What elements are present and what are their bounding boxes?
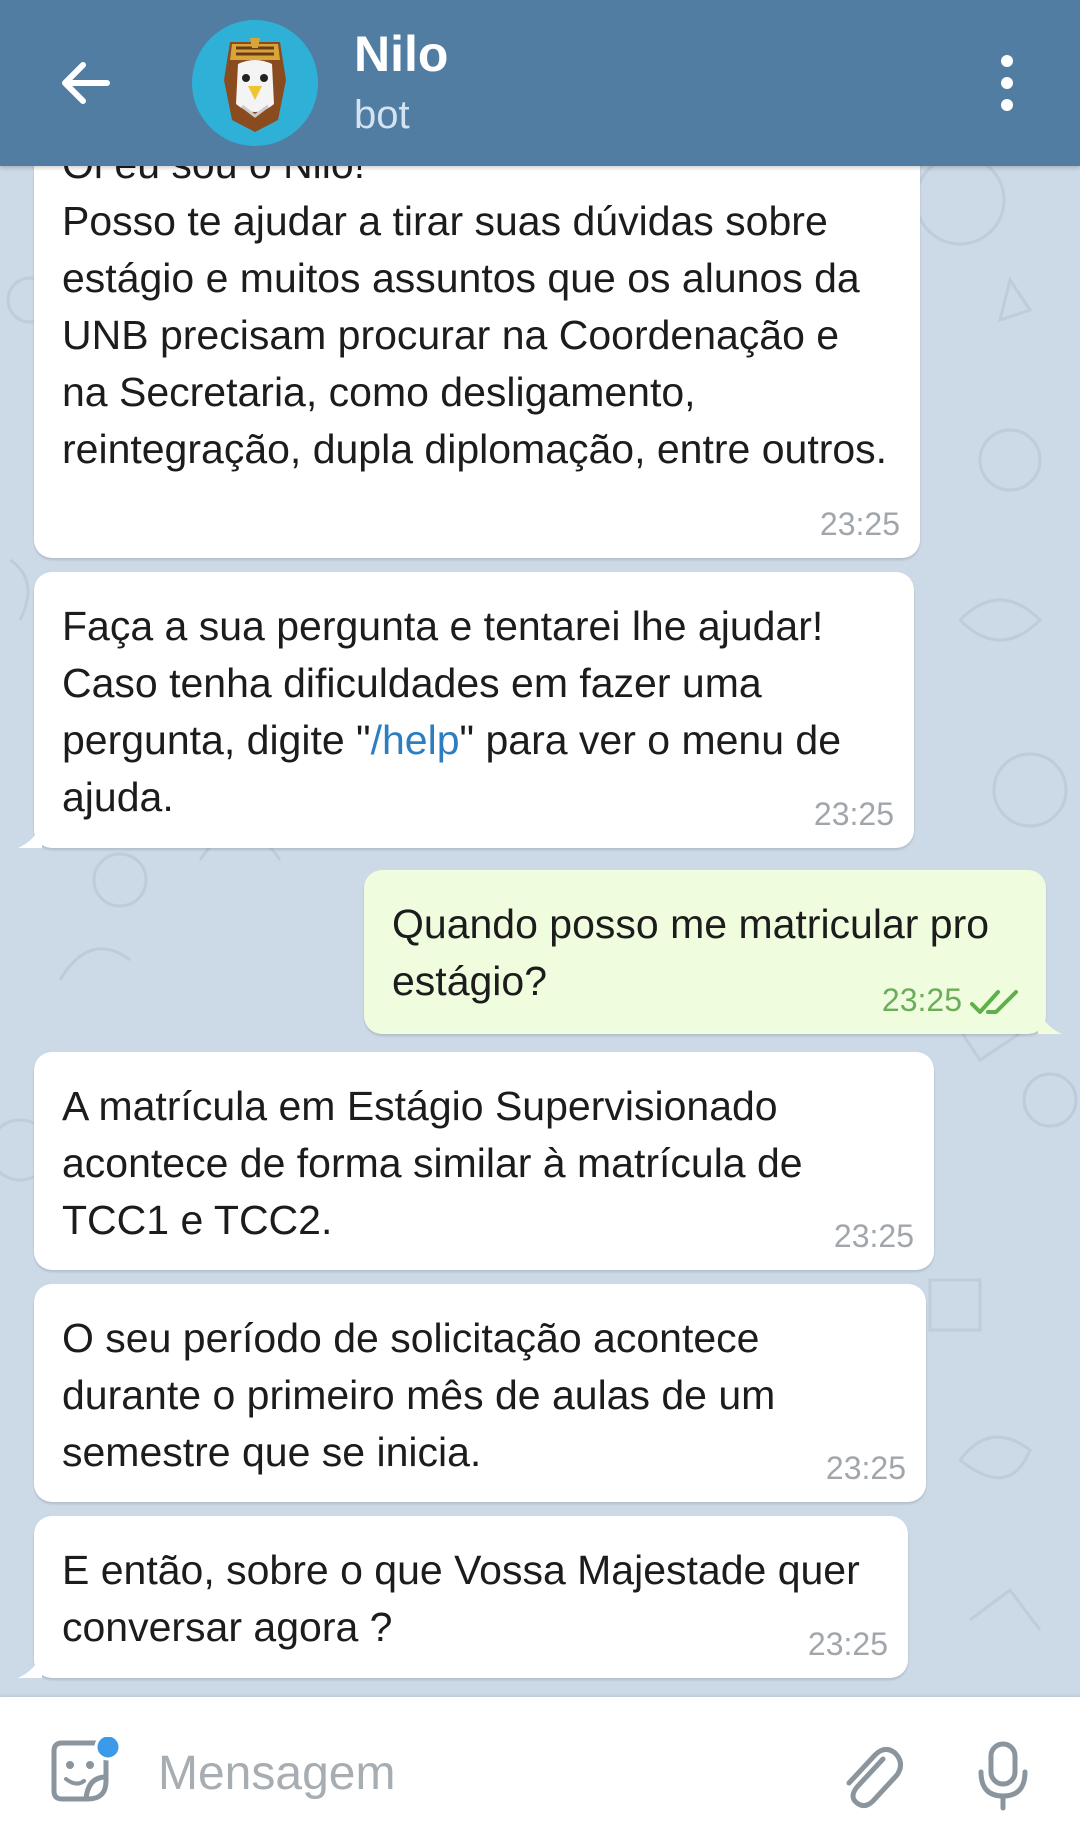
- message-time: 23:25: [881, 982, 962, 1018]
- bubble-tail: [18, 1652, 42, 1678]
- more-vertical-icon: [1001, 55, 1013, 111]
- message-text: E então, sobre o que Vossa Majestade que…: [62, 1547, 872, 1650]
- chat-subtitle: bot: [354, 93, 410, 137]
- message-bubble[interactable]: E então, sobre o que Vossa Majestade que…: [18, 1516, 908, 1678]
- message-text: A matrícula em Estágio Supervisionado ac…: [62, 1083, 814, 1243]
- message-time: 23:25: [819, 506, 900, 542]
- message-time: 23:25: [833, 1218, 914, 1254]
- message-time: 23:25: [807, 1626, 888, 1662]
- microphone-icon: [978, 1741, 1028, 1811]
- message-input[interactable]: [156, 1729, 800, 1817]
- help-command-link[interactable]: /help: [371, 717, 460, 763]
- message-bubble[interactable]: Oi eu sou o Nilo! Posso te ajudar a tira…: [34, 110, 920, 558]
- message-text: Faça a sua pergunta e tentarei lhe ajuda…: [62, 598, 886, 826]
- sticker-icon: [51, 1733, 122, 1802]
- notification-dot: [94, 1733, 122, 1761]
- microphone-button[interactable]: [958, 1731, 1048, 1821]
- arrow-left-icon: [62, 62, 110, 104]
- paperclip-icon: [846, 1747, 903, 1809]
- message-bubble[interactable]: O seu período de solicitação acontece du…: [34, 1284, 926, 1502]
- avatar[interactable]: [192, 20, 318, 146]
- message-bubble[interactable]: A matrícula em Estágio Supervisionado ac…: [34, 1052, 934, 1270]
- attach-button[interactable]: [826, 1731, 916, 1821]
- back-button[interactable]: [40, 38, 130, 128]
- menu-button[interactable]: [982, 40, 1032, 126]
- message-bubble[interactable]: Faça a sua pergunta e tentarei lhe ajuda…: [18, 572, 914, 848]
- message-composer: [0, 1697, 1080, 1847]
- message-text: Oi eu sou o Nilo! Posso te ajudar a tira…: [62, 141, 888, 472]
- message-time: 23:25: [813, 796, 894, 832]
- bubble-tail: [1038, 1008, 1062, 1034]
- message-text: O seu período de solicitação acontece du…: [62, 1315, 787, 1475]
- sticker-button[interactable]: [44, 1733, 124, 1817]
- double-check-icon: [970, 990, 1018, 1014]
- message-bubble-outgoing[interactable]: Quando posso me matricular pro estágio? …: [364, 870, 1062, 1034]
- message-time: 23:25: [825, 1450, 906, 1486]
- chat-title[interactable]: Nilo: [354, 24, 448, 84]
- chat-header: Nilo bot: [0, 0, 1080, 166]
- bot-avatar-image: [192, 20, 318, 146]
- bubble-tail: [18, 822, 42, 848]
